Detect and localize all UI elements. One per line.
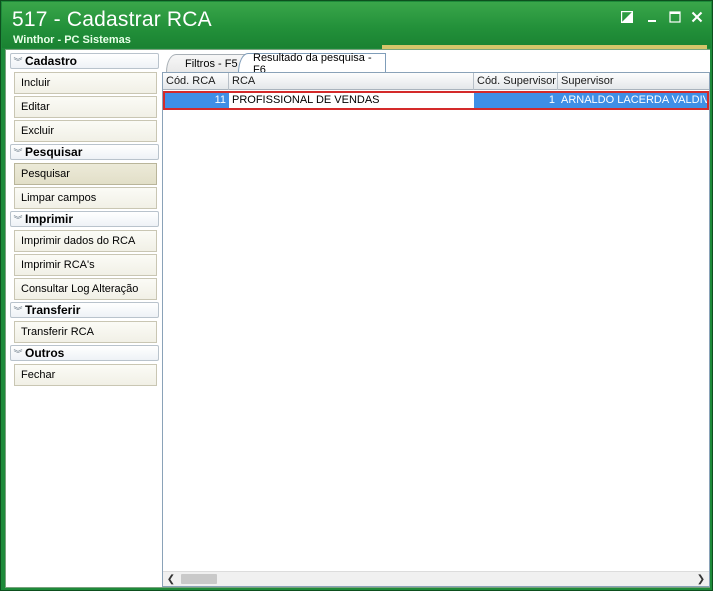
group-label: Transferir xyxy=(25,303,81,317)
pesquisar-button[interactable]: Pesquisar xyxy=(14,163,157,185)
column-header-cod-supervisor[interactable]: Cód. Supervisor xyxy=(474,73,558,90)
consultar-log-alteracao-button[interactable]: Consultar Log Alteração xyxy=(14,278,157,300)
scroll-left-icon[interactable]: ❮ xyxy=(163,572,179,586)
client-area: ︾ Cadastro Incluir Editar Excluir ︾ Pesq… xyxy=(5,49,710,588)
restore-icon xyxy=(621,11,633,23)
table-row[interactable]: 11 PROFISSIONAL DE VENDAS 1 ARNALDO LACE… xyxy=(163,92,709,109)
group-header-imprimir[interactable]: ︾ Imprimir xyxy=(10,211,159,227)
minimize-icon xyxy=(648,20,656,22)
imprimir-rcas-button[interactable]: Imprimir RCA's xyxy=(14,254,157,276)
imprimir-dados-rca-button[interactable]: Imprimir dados do RCA xyxy=(14,230,157,252)
minimize-button[interactable] xyxy=(643,8,661,26)
sidebar: ︾ Cadastro Incluir Editar Excluir ︾ Pesq… xyxy=(6,50,161,587)
transferir-rca-button[interactable]: Transferir RCA xyxy=(14,321,157,343)
close-icon xyxy=(691,11,703,23)
chevron-down-icon: ︾ xyxy=(13,305,23,316)
excluir-button[interactable]: Excluir xyxy=(14,120,157,142)
limpar-campos-button[interactable]: Limpar campos xyxy=(14,187,157,209)
app-window: 517 - Cadastrar RCA Winthor - PC Sistema… xyxy=(0,0,713,591)
cell-rca[interactable]: PROFISSIONAL DE VENDAS xyxy=(229,92,474,109)
tab-resultado-pesquisa[interactable]: Resultado da pesquisa - F6 xyxy=(238,52,386,76)
window-title: 517 - Cadastrar RCA xyxy=(12,8,212,31)
scroll-right-icon[interactable]: ❯ xyxy=(693,572,709,586)
chevron-down-icon: ︾ xyxy=(13,214,23,225)
results-grid[interactable]: Cód. RCA RCA Cód. Supervisor Supervisor … xyxy=(162,72,710,587)
grid-header: Cód. RCA RCA Cód. Supervisor Supervisor xyxy=(163,73,709,90)
cell-supervisor[interactable]: ARNALDO LACERDA VALDIVINO xyxy=(558,92,709,109)
maximize-button[interactable] xyxy=(666,8,684,26)
title-bar: 517 - Cadastrar RCA Winthor - PC Sistema… xyxy=(2,2,711,49)
column-header-rca[interactable]: RCA xyxy=(229,73,474,90)
editar-button[interactable]: Editar xyxy=(14,96,157,118)
cell-cod-supervisor[interactable]: 1 xyxy=(474,92,558,109)
chevron-down-icon: ︾ xyxy=(13,147,23,158)
group-label: Imprimir xyxy=(25,212,74,226)
column-header-supervisor[interactable]: Supervisor xyxy=(558,73,709,90)
chevron-down-icon: ︾ xyxy=(13,348,23,359)
cell-cod-rca[interactable]: 11 xyxy=(163,92,229,109)
tab-bar: Filtros - F5 Resultado da pesquisa - F6 xyxy=(162,52,710,76)
maximize-icon xyxy=(669,11,681,23)
close-button[interactable] xyxy=(688,8,706,26)
group-header-cadastro[interactable]: ︾ Cadastro xyxy=(10,53,159,69)
restore-window-button[interactable] xyxy=(618,8,636,26)
main-panel: Filtros - F5 Resultado da pesquisa - F6 … xyxy=(162,50,710,587)
group-header-pesquisar[interactable]: ︾ Pesquisar xyxy=(10,144,159,160)
column-header-cod-rca[interactable]: Cód. RCA xyxy=(163,73,229,90)
window-subtitle: Winthor - PC Sistemas xyxy=(13,34,131,46)
group-label: Outros xyxy=(25,346,65,360)
fechar-button[interactable]: Fechar xyxy=(14,364,157,386)
group-header-outros[interactable]: ︾ Outros xyxy=(10,345,159,361)
group-label: Pesquisar xyxy=(25,145,83,159)
scrollbar-thumb[interactable] xyxy=(181,574,217,584)
chevron-down-icon: ︾ xyxy=(13,56,23,67)
group-header-transferir[interactable]: ︾ Transferir xyxy=(10,302,159,318)
group-label: Cadastro xyxy=(25,54,78,68)
horizontal-scrollbar[interactable]: ❮ ❯ xyxy=(163,571,709,586)
incluir-button[interactable]: Incluir xyxy=(14,72,157,94)
